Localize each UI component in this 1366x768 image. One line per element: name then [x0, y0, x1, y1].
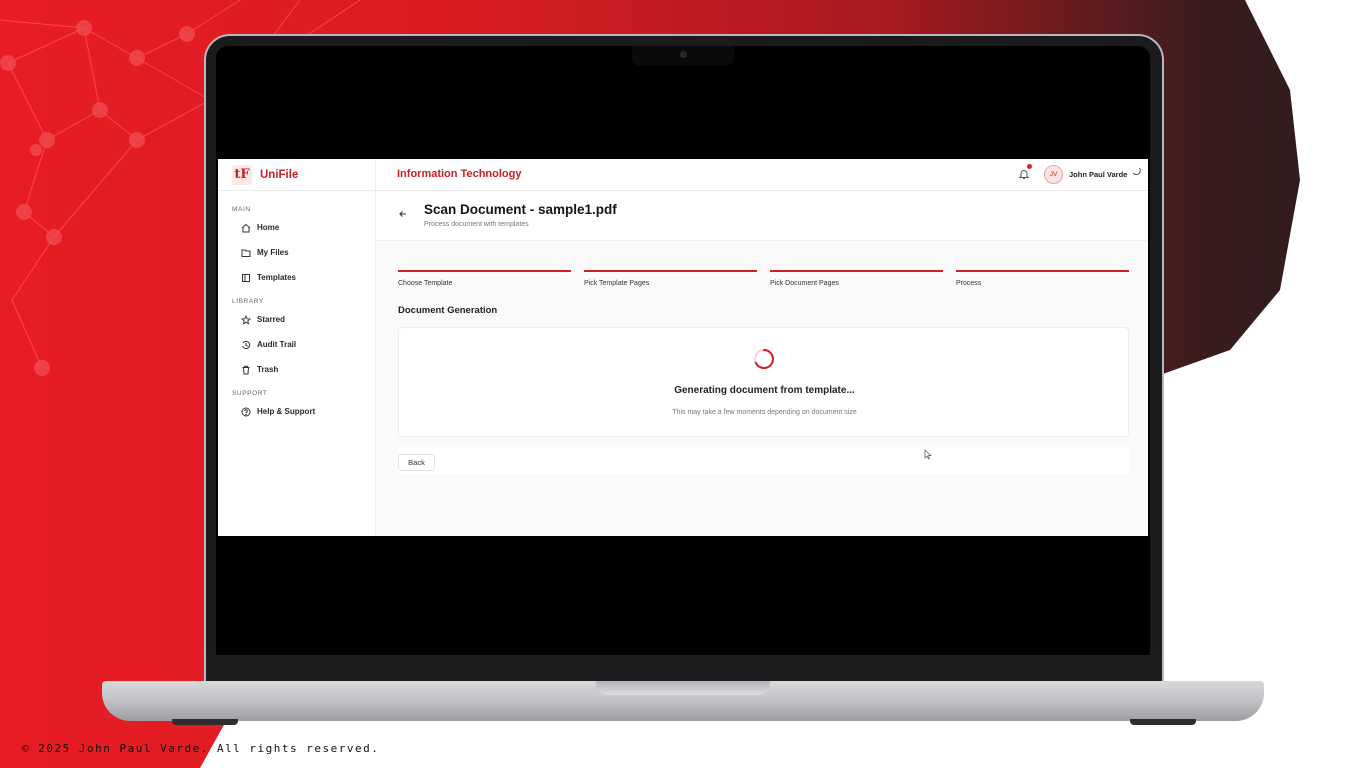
notification-bell-icon[interactable]: [1018, 168, 1030, 180]
sidebar-item-label: Starred: [257, 315, 286, 324]
generation-note: This may take a few moments depending on…: [672, 409, 857, 416]
step-process[interactable]: Process: [956, 270, 1129, 287]
avatar[interactable]: JV: [1044, 165, 1063, 184]
sidebar-item-label: My Files: [257, 248, 289, 257]
step-pick-template-pages[interactable]: Pick Template Pages: [584, 270, 757, 287]
step-progress-bar: [956, 270, 1129, 272]
generation-message: Generating document from template...: [674, 385, 855, 396]
step-pick-document-pages[interactable]: Pick Document Pages: [770, 270, 943, 287]
laptop-foot-right: [1130, 719, 1196, 725]
camera-icon: [680, 51, 687, 58]
sidebar-item-label: Home: [257, 223, 280, 232]
sidebar-item-help-support[interactable]: Help & Support: [218, 399, 375, 424]
generation-card: Generating document from template... Thi…: [398, 327, 1129, 437]
home-icon: [241, 223, 251, 233]
star-icon: [241, 314, 251, 325]
section-title-library: LIBRARY: [232, 298, 264, 305]
unifile-logo-icon: tF: [232, 164, 252, 185]
sidebar-item-label: Audit Trail: [257, 340, 297, 349]
page-title: Scan Document - sample1.pdf: [424, 202, 617, 217]
step-label: Pick Document Pages: [770, 280, 839, 287]
mouse-cursor-icon: [924, 449, 932, 460]
action-bar: Back: [398, 447, 1129, 474]
sidebar-item-trash[interactable]: Trash: [218, 357, 375, 382]
step-progress-bar: [584, 270, 757, 272]
back-button[interactable]: Back: [398, 454, 435, 471]
top-bar: Information Technology JV John Paul Vard…: [376, 159, 1148, 191]
sidebar-item-templates[interactable]: Templates: [218, 265, 375, 290]
sidebar: tF UniFile MAIN Home My Files Templates …: [218, 159, 376, 536]
brand[interactable]: tF UniFile: [218, 159, 375, 191]
trash-icon: [241, 365, 251, 375]
section-title-support: SUPPORT: [232, 390, 268, 397]
sidebar-item-audit-trail[interactable]: Audit Trail: [218, 332, 375, 357]
section-heading: Document Generation: [398, 305, 498, 316]
step-progress-bar: [770, 270, 943, 272]
notification-dot: [1027, 164, 1032, 169]
template-icon: [241, 273, 251, 283]
loading-arc-icon: [1132, 167, 1141, 175]
brand-name: UniFile: [260, 168, 299, 181]
step-label: Pick Template Pages: [584, 280, 650, 287]
sidebar-item-my-files[interactable]: My Files: [218, 240, 375, 265]
section-title-main: MAIN: [232, 206, 251, 213]
page-subtitle: Process document with templates: [424, 221, 529, 228]
sidebar-item-home[interactable]: Home: [218, 215, 375, 240]
laptop-base-notch: [596, 681, 770, 695]
page-header: Scan Document - sample1.pdf Process docu…: [376, 191, 1148, 241]
sidebar-item-label: Trash: [257, 365, 279, 374]
history-icon: [241, 340, 251, 350]
loading-spinner-icon: [754, 349, 774, 369]
copyright-footer: © 2025 John Paul Varde. All rights reser…: [22, 742, 380, 755]
app-window: tF UniFile MAIN Home My Files Templates …: [218, 159, 1148, 536]
laptop-bottom-bezel: [206, 655, 1162, 683]
step-progress-bar: [398, 270, 571, 272]
step-label: Process: [956, 280, 982, 287]
user-name[interactable]: John Paul Varde: [1069, 170, 1127, 179]
folder-icon: [241, 248, 251, 258]
step-label: Choose Template: [398, 280, 453, 287]
back-arrow-icon[interactable]: [397, 208, 409, 220]
department-title: Information Technology: [397, 168, 522, 180]
sidebar-item-starred[interactable]: Starred: [218, 307, 375, 332]
sidebar-item-label: Help & Support: [257, 407, 316, 416]
laptop-foot-left: [172, 719, 238, 725]
step-choose-template[interactable]: Choose Template: [398, 270, 571, 287]
help-icon: [241, 407, 251, 417]
sidebar-item-label: Templates: [257, 273, 296, 282]
